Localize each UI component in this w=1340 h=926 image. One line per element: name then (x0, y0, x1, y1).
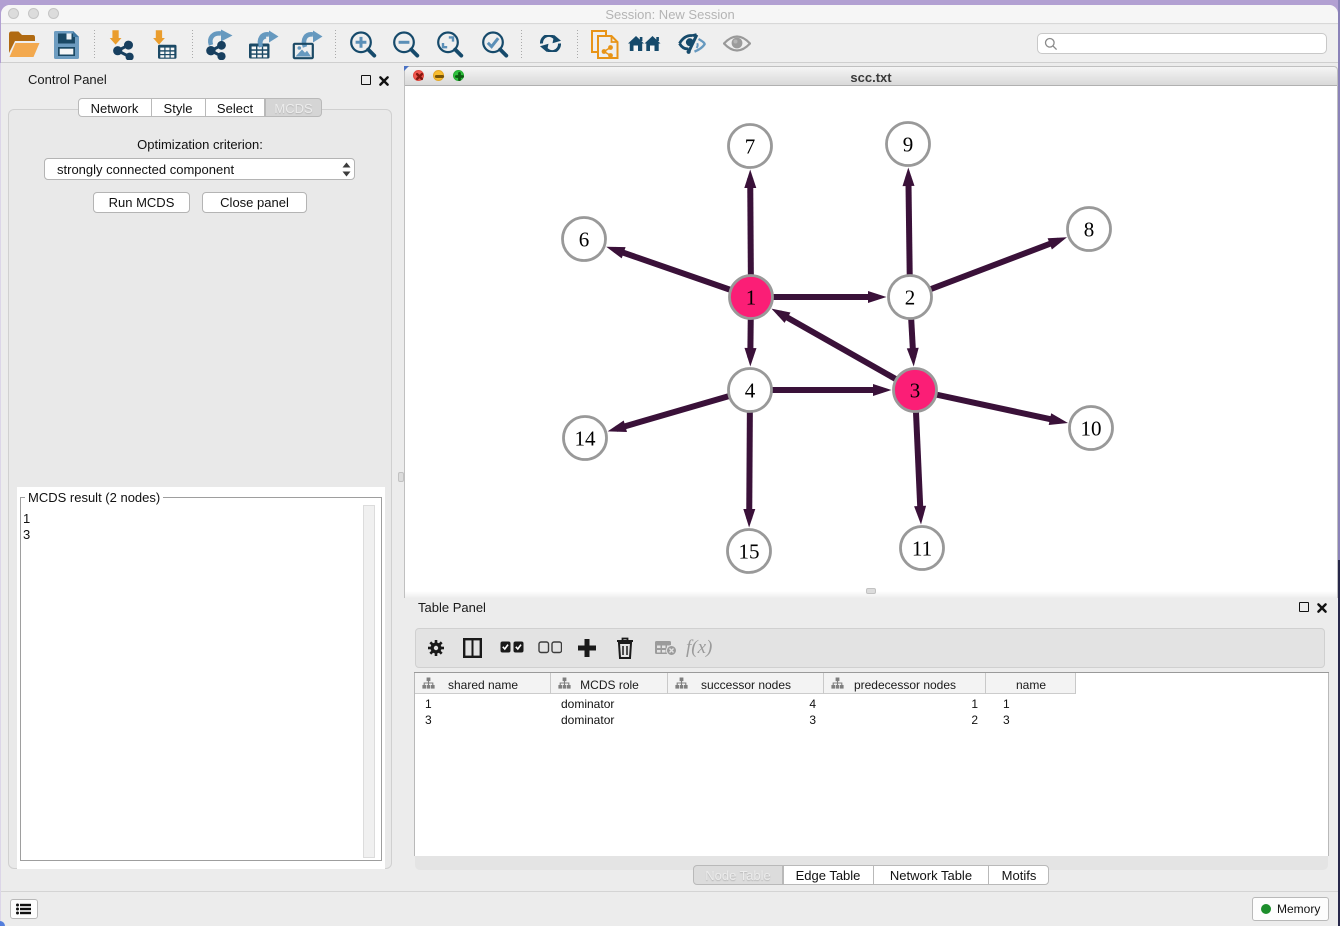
svg-text:3: 3 (910, 379, 921, 403)
svg-text:10: 10 (1081, 417, 1102, 441)
svg-text:11: 11 (912, 537, 932, 561)
svg-text:15: 15 (739, 540, 760, 564)
svg-text:4: 4 (745, 379, 756, 403)
svg-text:7: 7 (745, 135, 756, 159)
svg-text:2: 2 (905, 286, 916, 310)
svg-text:9: 9 (903, 133, 914, 157)
svg-text:6: 6 (579, 228, 590, 252)
svg-text:14: 14 (575, 427, 597, 451)
svg-text:8: 8 (1084, 218, 1095, 242)
svg-text:1: 1 (746, 286, 757, 310)
